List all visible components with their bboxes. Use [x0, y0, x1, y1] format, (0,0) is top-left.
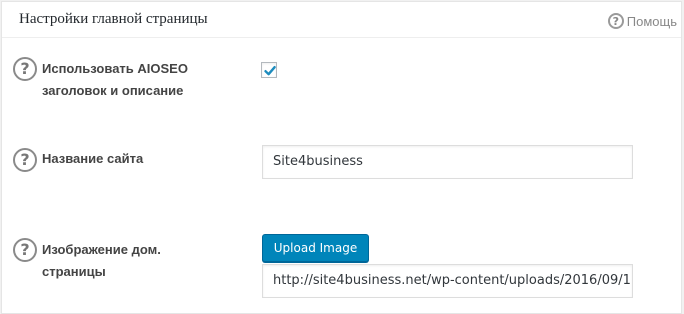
upload-image-button[interactable]: Upload Image [262, 234, 369, 262]
use-aioseo-label: Использовать AIOSEO заголовок и описание [42, 58, 188, 102]
home-image-label-line1: Изображение дом. [42, 242, 161, 257]
panel-title: Настройки главной страницы [19, 11, 208, 27]
use-aioseo-label-line2: заголовок и описание [42, 83, 184, 98]
question-circle-icon[interactable]: ? [13, 238, 37, 262]
use-aioseo-label-line1: Использовать AIOSEO [42, 61, 188, 76]
home-image-label: Изображение дом. страницы [42, 239, 161, 283]
question-circle-icon[interactable]: ? [13, 57, 37, 81]
home-page-settings-panel: Настройки главной страницы ? Помощь ? Ис… [1, 1, 682, 314]
site-name-label: Название сайта [42, 151, 144, 166]
home-image-url-input[interactable]: http://site4business.net/wp-content/uplo… [262, 264, 633, 298]
site-name-input[interactable]: Site4business [262, 145, 633, 179]
checkmark-icon [264, 66, 276, 76]
help-link[interactable]: ? Помощь [607, 11, 677, 31]
question-circle-icon: ? [607, 13, 624, 29]
use-aioseo-checkbox[interactable] [261, 62, 277, 78]
panel-header: Настройки главной страницы ? Помощь [2, 2, 681, 38]
help-link-label: Помощь [626, 13, 677, 29]
question-circle-icon[interactable]: ? [13, 148, 37, 172]
home-image-label-line2: страницы [42, 264, 106, 279]
